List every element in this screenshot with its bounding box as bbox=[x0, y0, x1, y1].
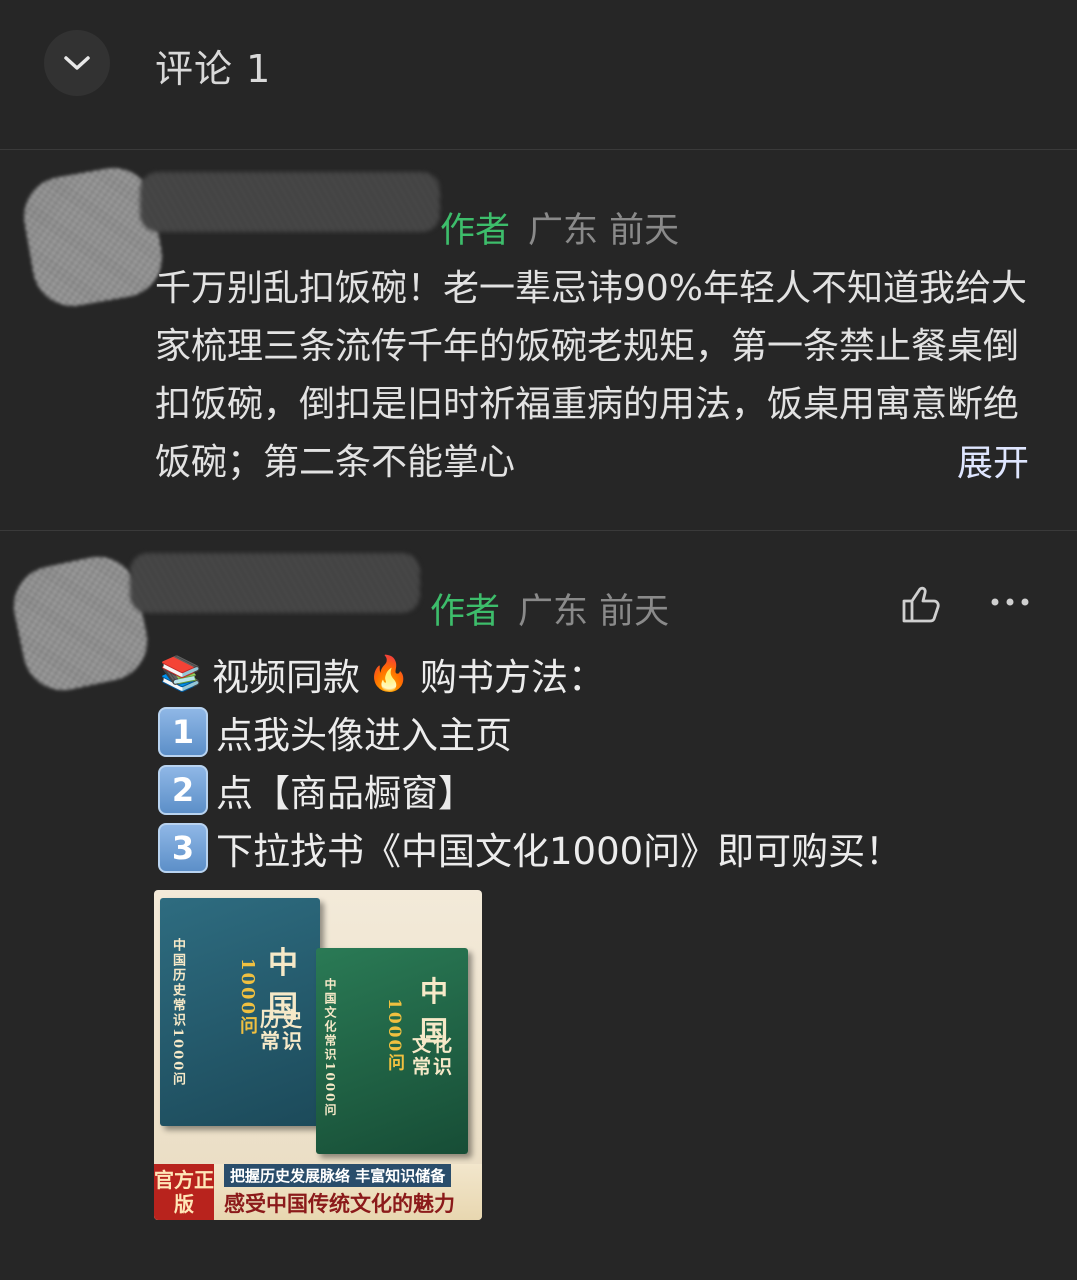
thumbs-up-icon bbox=[902, 586, 940, 623]
keycap-2-icon: 2 bbox=[158, 765, 208, 815]
book-number: 1000问 bbox=[384, 998, 404, 1073]
book-cover-culture: 中国文化常识1000问 中国 文化常识 1000问 bbox=[316, 948, 468, 1154]
ad-slogan: 感受中国传统文化的魅力 bbox=[224, 1191, 455, 1216]
book-spine-title: 中国历史常识1000问 bbox=[170, 938, 185, 1088]
comment-line: 2 点【商品橱窗】 bbox=[158, 763, 475, 817]
chevron-down-icon bbox=[64, 56, 90, 70]
username-redacted[interactable] bbox=[130, 553, 420, 613]
book-spine-title: 中国文化常识1000问 bbox=[323, 978, 337, 1118]
comment-line: 1 点我头像进入主页 bbox=[158, 705, 512, 759]
official-badge: 官方正版 bbox=[154, 1164, 214, 1220]
author-tag: 作者 bbox=[430, 592, 501, 632]
book-sub-title: 历史常识 bbox=[260, 1007, 304, 1053]
line-text: 下拉找书《中国文化1000问》即可购买！ bbox=[216, 830, 903, 873]
comment-meta: 作者 广东 前天 bbox=[440, 202, 679, 253]
books-emoji: 📚 bbox=[159, 654, 203, 694]
line-text: 点【商品橱窗】 bbox=[216, 772, 475, 815]
comments-title: 评论 1 bbox=[155, 47, 272, 91]
product-image[interactable]: 中国历史常识1000问 中国 历史常识 1000问 中国文化常识1000问 中国… bbox=[154, 890, 482, 1220]
comment-line: 📚 视频同款 🔥 购书方法： bbox=[158, 647, 605, 701]
timestamp: 前天 bbox=[599, 592, 670, 632]
line-text: 点我头像进入主页 bbox=[216, 714, 512, 757]
username-redacted[interactable] bbox=[140, 172, 440, 232]
timestamp: 前天 bbox=[609, 211, 680, 251]
line-text: 视频同款 bbox=[212, 656, 360, 699]
location: 广东 bbox=[528, 211, 599, 251]
comment-line: 3 下拉找书《中国文化1000问》即可购买！ bbox=[158, 821, 902, 875]
more-button[interactable] bbox=[990, 593, 1030, 612]
book-sub-title: 文化常识 bbox=[412, 1034, 455, 1078]
line-text: 购书方法： bbox=[420, 656, 605, 699]
like-button[interactable] bbox=[900, 583, 942, 629]
ad-tagline: 把握历史发展脉络 丰富知识储备 bbox=[224, 1164, 452, 1187]
comments-header: 评论 1 bbox=[0, 0, 1077, 150]
book-number: 1000问 bbox=[237, 958, 258, 1037]
comment-item: 作者 广东 前天 千万别乱扣饭碗！老一辈忌讳90%年轻人不知道我给大家梳理三条流传… bbox=[0, 150, 1077, 530]
comment-meta: 作者 广东 前天 bbox=[430, 583, 669, 634]
fire-emoji: 🔥 bbox=[367, 654, 411, 694]
more-icon bbox=[991, 598, 1029, 606]
collapse-button[interactable] bbox=[44, 30, 110, 96]
expand-button[interactable]: 展开 bbox=[926, 434, 1029, 486]
author-tag: 作者 bbox=[440, 211, 511, 251]
book-cover-history: 中国历史常识1000问 中国 历史常识 1000问 bbox=[160, 898, 320, 1126]
comment-text: 千万别乱扣饭碗！老一辈忌讳90%年轻人不知道我给大家梳理三条流传千年的饭碗老规矩… bbox=[155, 268, 1028, 483]
keycap-1-icon: 1 bbox=[158, 707, 208, 757]
keycap-3-icon: 3 bbox=[158, 823, 208, 873]
location: 广东 bbox=[518, 592, 589, 632]
